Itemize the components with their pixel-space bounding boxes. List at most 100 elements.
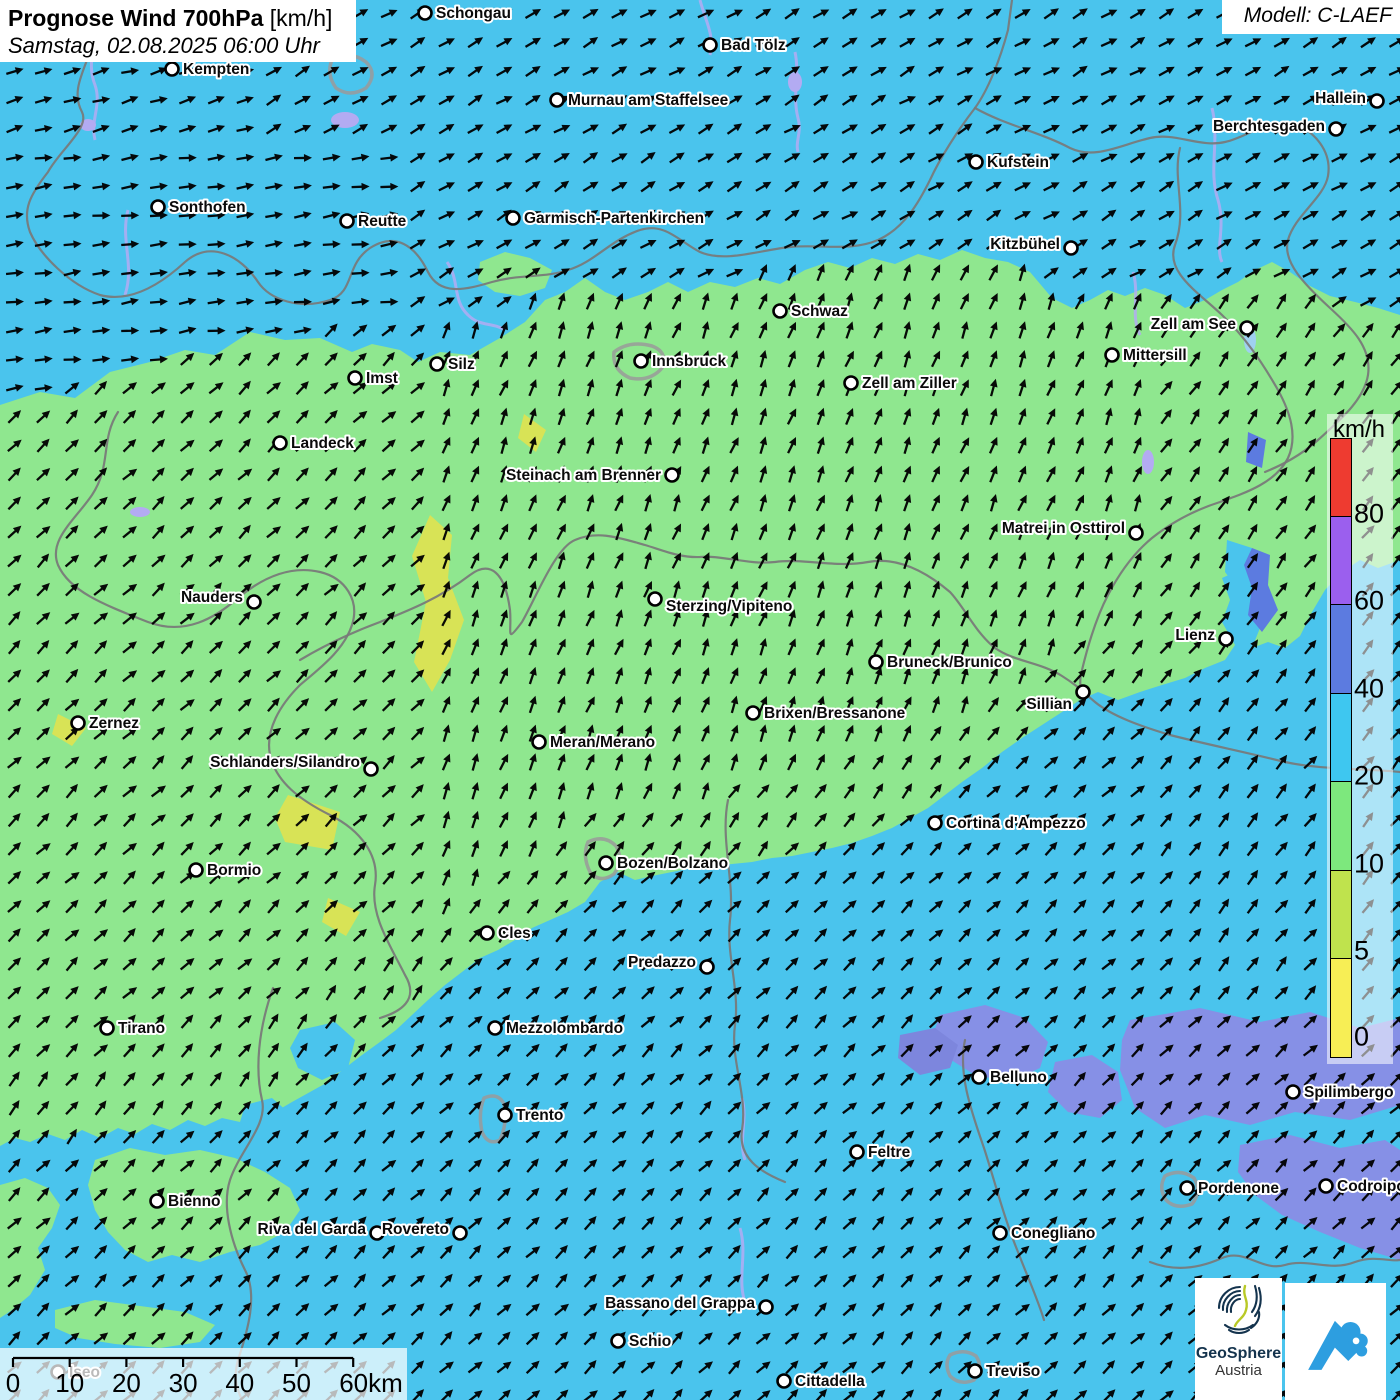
city-marker [551, 94, 564, 107]
city-marker [973, 1071, 986, 1084]
city-marker [365, 763, 378, 776]
city-marker [1371, 95, 1384, 108]
city-marker [274, 437, 287, 450]
legend-segment-60-80 [1331, 517, 1351, 605]
city: Berchtesgaden [1213, 118, 1342, 136]
city-marker [349, 372, 362, 385]
city: Reutte [341, 213, 407, 230]
city-marker [152, 201, 165, 214]
city-label: Rovereto [382, 1221, 449, 1238]
city-marker [704, 39, 717, 52]
city-label: Trento [516, 1107, 563, 1124]
city-marker [845, 377, 858, 390]
city-label: Bassano del Grappa [605, 1295, 755, 1312]
city-marker [760, 1301, 773, 1314]
city-label: Sterzing/Vipiteno [666, 598, 792, 615]
city-marker [1220, 633, 1233, 646]
scalebar-label: 50 [282, 1368, 311, 1398]
city-marker [1330, 123, 1343, 136]
city-label: Nauders [181, 589, 243, 606]
map-title: Prognose Wind 700hPa [km/h] [8, 4, 348, 32]
city-label: Codroipo [1337, 1178, 1400, 1195]
city-marker [870, 656, 883, 669]
city-label: Predazzo [628, 954, 696, 971]
city: Feltre [851, 1144, 911, 1161]
city-marker [747, 707, 760, 720]
city: Schio [612, 1333, 672, 1350]
city-marker [1181, 1182, 1194, 1195]
scalebar-ruler: 0102030405060km [0, 1348, 407, 1400]
city-marker [1287, 1086, 1300, 1099]
city-label: Conegliano [1011, 1225, 1095, 1242]
city-label: Meran/Merano [550, 734, 655, 751]
scalebar-label: 20 [112, 1368, 141, 1398]
model-label: Modell: C-LAEF [1222, 0, 1400, 34]
city-label: Innsbruck [652, 353, 726, 370]
city-label: Spilimbergo [1304, 1084, 1394, 1101]
city-marker [507, 212, 520, 225]
city: Bassano del Grappa [605, 1295, 772, 1314]
city-marker [970, 156, 983, 169]
city-label: Bruneck/Brunico [887, 654, 1012, 671]
city-marker [72, 717, 85, 730]
city: Bienno [151, 1193, 221, 1210]
city: Bruneck/Brunico [870, 654, 1012, 671]
city: Zell am Ziller [845, 375, 957, 392]
city-label: Hallein [1315, 90, 1366, 107]
city-marker [929, 817, 942, 830]
city-marker [635, 355, 648, 368]
city-marker [151, 1195, 164, 1208]
city-marker [1241, 322, 1254, 335]
city: Cles [481, 925, 531, 942]
city-label: Pordenone [1198, 1180, 1279, 1197]
city-marker [454, 1227, 467, 1240]
city-label: Feltre [868, 1144, 911, 1161]
city-label: Treviso [986, 1363, 1040, 1380]
city-marker [190, 864, 203, 877]
city-marker [600, 857, 613, 870]
legend-segment-10-20 [1331, 782, 1351, 871]
city-marker [851, 1146, 864, 1159]
city: Treviso [969, 1363, 1041, 1380]
city: Zernez [72, 715, 140, 732]
map-title-box: Prognose Wind 700hPa [km/h] Samstag, 02.… [0, 0, 356, 62]
city-label: Zell am Ziller [862, 375, 957, 392]
city: Silz [431, 356, 475, 373]
city-label: Riva del Garda [257, 1221, 366, 1238]
geosphere-name: GeoSphere [1195, 1345, 1282, 1362]
geosphere-logo-box: GeoSphere Austria [1195, 1278, 1282, 1400]
city-marker [431, 358, 444, 371]
city: Meran/Merano [533, 734, 656, 751]
scalebar-label: 10 [55, 1368, 84, 1398]
city-marker [1077, 686, 1090, 699]
city-marker [1130, 527, 1143, 540]
city-marker [774, 305, 787, 318]
city-label: Sillian [1026, 696, 1072, 713]
city-marker [489, 1022, 502, 1035]
partner-logo-box [1285, 1283, 1386, 1400]
legend-tick-label: 80 [1354, 498, 1384, 529]
city-label: Murnau am Staffelsee [568, 92, 729, 109]
city-label: Landeck [291, 435, 354, 452]
city: Matrei in Osttirol [1002, 520, 1143, 540]
city-label: Reutte [358, 213, 407, 230]
legend-tick-label: 20 [1354, 760, 1384, 791]
city-marker [1065, 242, 1078, 255]
legend-segment-40-60 [1331, 605, 1351, 694]
city-label: Berchtesgaden [1213, 118, 1325, 135]
legend-segment-5-10 [1331, 871, 1351, 959]
geosphere-contours-icon [1209, 1278, 1269, 1340]
city-marker [649, 593, 662, 606]
city-label: Silz [448, 356, 475, 373]
legend-segment-80+ [1331, 439, 1351, 517]
wind-speed-legend: km/h 806040201050 [1327, 414, 1393, 1064]
city: Tirano [101, 1020, 166, 1037]
city-marker [701, 961, 714, 974]
city-label: Cittadella [795, 1373, 865, 1390]
city: Imst [349, 370, 398, 387]
city: Bormio [190, 862, 262, 879]
city-label: Garmisch-Partenkirchen [524, 210, 704, 227]
city-label: Zernez [89, 715, 139, 732]
scalebar-label: 60km [339, 1368, 403, 1398]
city-label: Kitzbühel [990, 236, 1060, 253]
